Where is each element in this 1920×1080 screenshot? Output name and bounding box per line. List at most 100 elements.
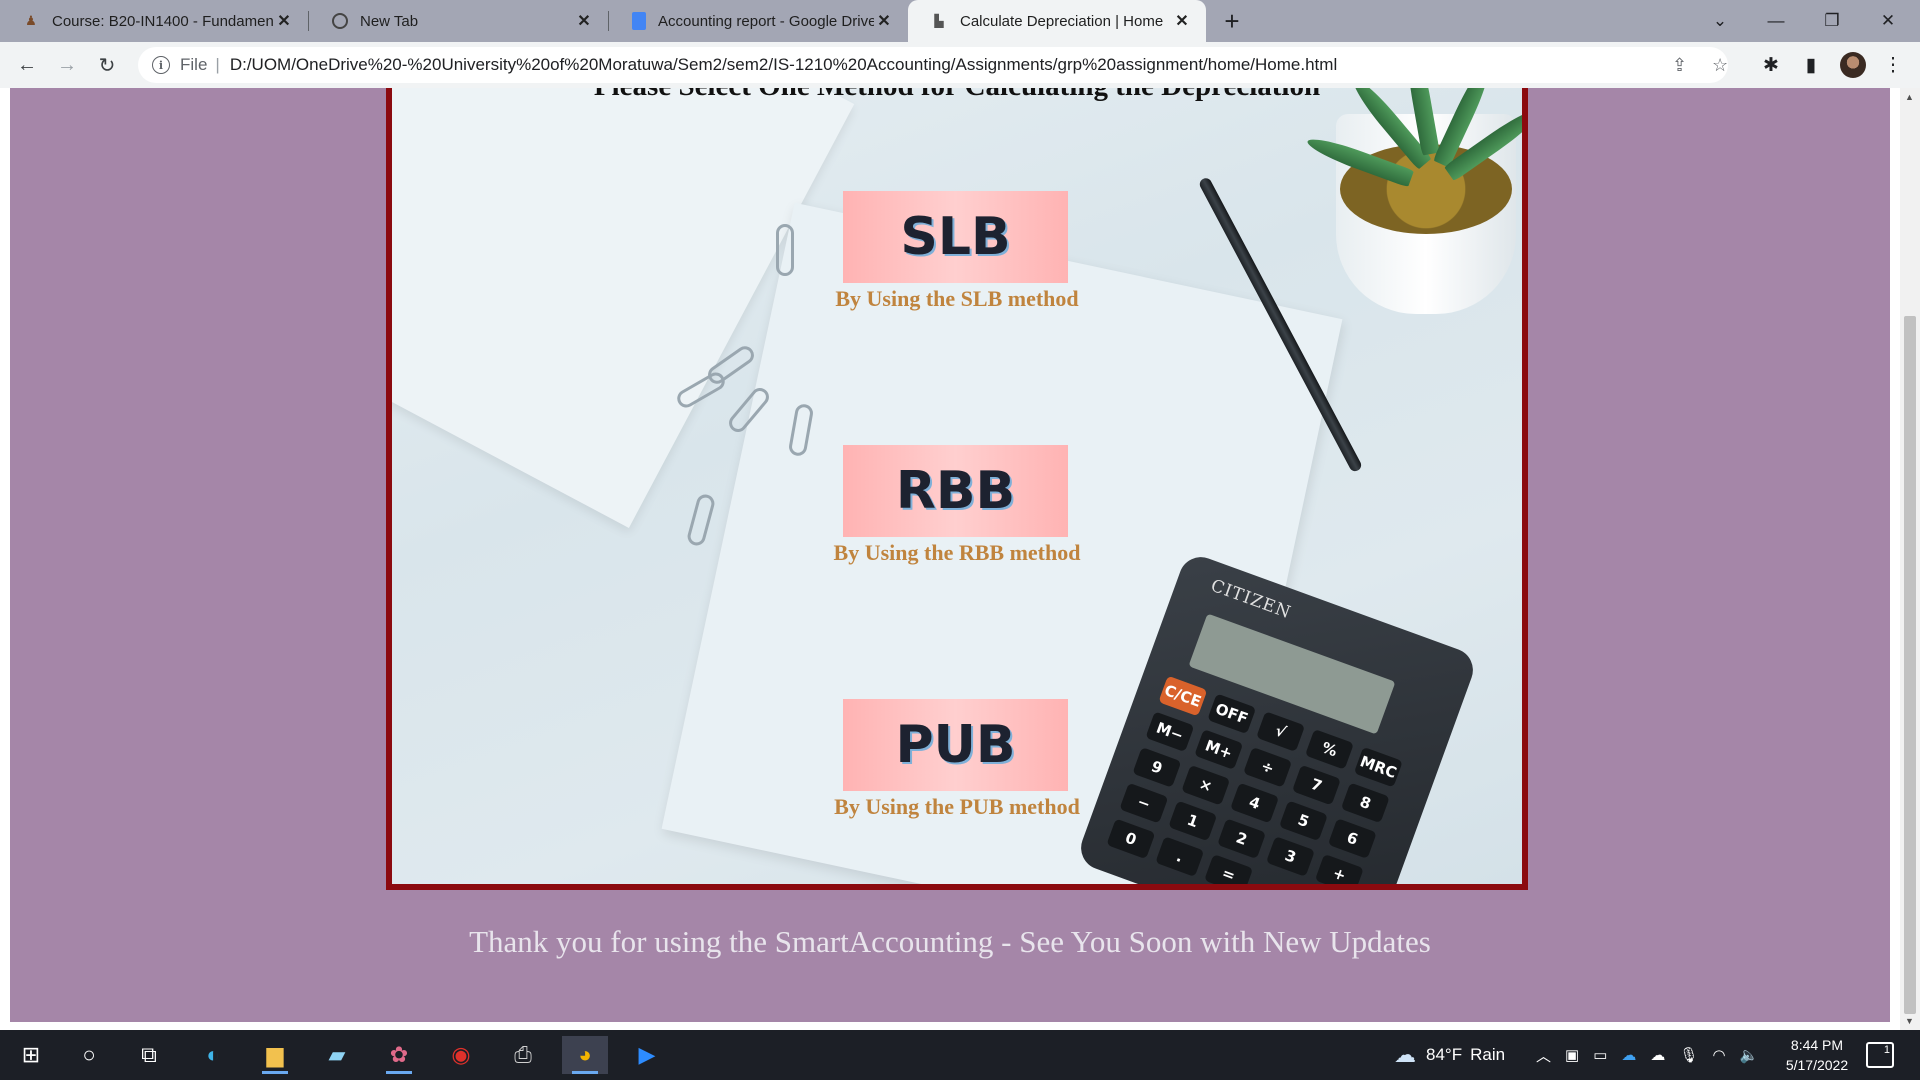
browser-toolbar: ← → ↻ i File | D:/UOM/OneDrive%20-%20Uni… — [0, 42, 1920, 88]
footer-message: Thank you for using the SmartAccounting … — [469, 924, 1431, 959]
microphone-icon[interactable]: 🎙 — [1679, 1046, 1698, 1064]
rbb-method-description: By Using the RBB method — [833, 540, 1081, 565]
page-title: Please Select One Method for Calculating… — [392, 88, 1522, 103]
volume-icon[interactable]: 🔈 — [1740, 1046, 1759, 1064]
calculator-key: 9 — [1132, 747, 1182, 788]
running-indicator — [572, 1071, 598, 1074]
calculator-key: √ — [1256, 711, 1306, 752]
close-icon[interactable]: ✕ — [874, 11, 894, 31]
calculator-key: ÷ — [1243, 746, 1293, 788]
tab-title: Course: B20-IN1400 - Fundamen — [52, 12, 274, 30]
rbb-method-button[interactable]: RBB — [843, 445, 1068, 537]
tab-title: New Tab — [360, 12, 419, 30]
printer-icon[interactable]: ⎙ — [500, 1036, 546, 1074]
clock-time: 8:44 PM — [1790, 1037, 1844, 1053]
clock-date: 5/17/2022 — [1785, 1057, 1849, 1073]
paperclip-image — [776, 224, 794, 276]
weather-condition: Rain — [1470, 1045, 1506, 1064]
wifi-icon[interactable]: ◠ — [1712, 1046, 1725, 1064]
address-url[interactable]: D:/UOM/OneDrive%20-%20University%20of%20… — [230, 55, 1728, 75]
forward-icon[interactable]: → — [52, 50, 82, 80]
notification-center-icon[interactable]: 1 — [1866, 1042, 1894, 1068]
chrome-taskbar-icon[interactable]: ◕ — [562, 1036, 608, 1074]
chevron-up-icon[interactable]: ︿ — [1536, 1045, 1551, 1066]
search-icon[interactable]: ○ — [66, 1036, 112, 1074]
course-icon: ♟ — [25, 13, 37, 28]
profile-avatar[interactable] — [1838, 50, 1868, 80]
scroll-down-icon[interactable]: ▼ — [1905, 1016, 1914, 1026]
calculator-key: MRC — [1353, 746, 1403, 788]
tab-title: Accounting report - Google Drive — [658, 12, 874, 30]
pub-method-button[interactable]: PUB — [843, 699, 1068, 791]
calculator-key: 6 — [1327, 818, 1377, 859]
tab-course[interactable]: ♟ Course: B20-IN1400 - Fundamen ✕ — [0, 0, 308, 42]
avatar — [1840, 52, 1866, 78]
tab-separator — [608, 11, 609, 31]
window-close-icon[interactable]: ✕ — [1860, 0, 1916, 42]
back-icon[interactable]: ← — [12, 50, 42, 80]
tab-calculate-depreciation[interactable]: ▙ Calculate Depreciation | Home ✕ — [908, 0, 1206, 42]
weather-temp: 84°F — [1426, 1045, 1463, 1064]
address-bar[interactable]: i File | D:/UOM/OneDrive%20-%20Universit… — [138, 47, 1728, 83]
system-clock[interactable]: 8:44 PM 5/17/2022 — [1772, 1035, 1862, 1075]
scroll-up-icon[interactable]: ▲ — [1905, 92, 1914, 102]
share-icon[interactable]: ⇪ — [1672, 55, 1687, 76]
windows-start-icon[interactable]: ⊞ — [8, 1036, 54, 1074]
close-icon[interactable]: ✕ — [1172, 11, 1192, 31]
extensions-icon[interactable]: ✱ — [1756, 50, 1786, 80]
close-icon[interactable]: ✕ — [274, 11, 294, 31]
running-indicator — [386, 1071, 412, 1074]
tab-separator — [308, 11, 309, 31]
calculator-key: % — [1304, 729, 1354, 770]
restore-icon[interactable]: ❐ — [1804, 0, 1860, 42]
page-viewport: CITIZEN C/CE OFF √% MRC M− M+ ÷ 7 8 9 × 4 5 6−1 2 3 +0. =… — [0, 88, 1900, 1030]
reload-icon[interactable]: ↻ — [92, 50, 122, 80]
calculator-key: M+ — [1194, 729, 1244, 770]
onedrive-icon[interactable]: ☁ — [1621, 1046, 1636, 1064]
method-selection-panel: CITIZEN C/CE OFF √% MRC M− M+ ÷ 7 8 9 × 4 5 6−1 2 3 +0. =… — [386, 88, 1528, 890]
slb-method-button[interactable]: SLB — [843, 191, 1068, 283]
meet-now-icon[interactable]: ▣ — [1565, 1046, 1579, 1064]
page-icon: ▙ — [934, 14, 944, 28]
side-panel-icon[interactable]: ▮ — [1796, 50, 1826, 80]
taskbar: ⊞ ○ ⧉ ◐ ▆ ▰ ✿ ◉ ⎙ ◕ ▶ ☁ 84°F Rain ︿ ▣ ▭ … — [0, 1030, 1920, 1080]
new-tab-button[interactable]: + — [1218, 8, 1246, 36]
calculator-key: . — [1155, 836, 1205, 877]
calculator-key: 3 — [1265, 836, 1315, 877]
calculator-key: M− — [1145, 711, 1195, 753]
info-icon[interactable]: i — [152, 56, 170, 74]
tab-accounting-report[interactable]: Accounting report - Google Drive ✕ — [610, 0, 908, 42]
file-explorer-icon[interactable]: ▆ — [252, 1036, 298, 1074]
chrome-icon — [332, 13, 348, 29]
weather-widget[interactable]: ☁ 84°F Rain — [1394, 1030, 1505, 1080]
app-icon[interactable]: ◉ — [438, 1036, 484, 1074]
vertical-scrollbar[interactable]: ▲ ▼ — [1900, 88, 1920, 1030]
notepad-icon[interactable]: ▰ — [314, 1036, 360, 1074]
tab-title: Calculate Depreciation | Home — [960, 12, 1164, 30]
tab-search-icon[interactable]: ⌄ — [1692, 0, 1748, 42]
address-divider: | — [215, 55, 220, 74]
edge-icon[interactable]: ◐ — [190, 1036, 236, 1074]
onedrive-personal-icon[interactable]: ☁ — [1650, 1046, 1665, 1064]
pub-method-description: By Using the PUB method — [834, 794, 1080, 819]
tab-new-tab[interactable]: New Tab ✕ — [310, 0, 608, 42]
menu-kebab-icon[interactable]: ⋮ — [1878, 50, 1908, 80]
scrollbar-thumb[interactable] — [1904, 316, 1916, 1014]
task-view-icon[interactable]: ⧉ — [126, 1036, 172, 1074]
notification-count: 1 — [1883, 1044, 1890, 1056]
system-tray: ︿ ▣ ▭ ☁ ☁ 🎙 ◠ 🔈 — [1536, 1030, 1758, 1080]
address-scheme: File — [180, 55, 208, 74]
calculator-key: 0 — [1106, 818, 1156, 860]
zoom-icon[interactable]: ▶ — [624, 1036, 670, 1074]
tab-strip: ♟ Course: B20-IN1400 - Fundamen ✕ New Ta… — [0, 0, 1920, 42]
minimize-icon[interactable]: — — [1748, 0, 1804, 42]
bookmark-star-icon[interactable]: ☆ — [1712, 55, 1728, 76]
calculator-key: = — [1204, 854, 1254, 884]
docs-icon — [632, 12, 646, 30]
battery-icon[interactable]: ▭ — [1593, 1046, 1607, 1064]
slb-method-description: By Using the SLB method — [835, 286, 1079, 311]
running-indicator — [262, 1071, 288, 1074]
calculator-key: OFF — [1207, 693, 1257, 735]
close-icon[interactable]: ✕ — [574, 11, 594, 31]
paint-icon[interactable]: ✿ — [376, 1036, 422, 1074]
